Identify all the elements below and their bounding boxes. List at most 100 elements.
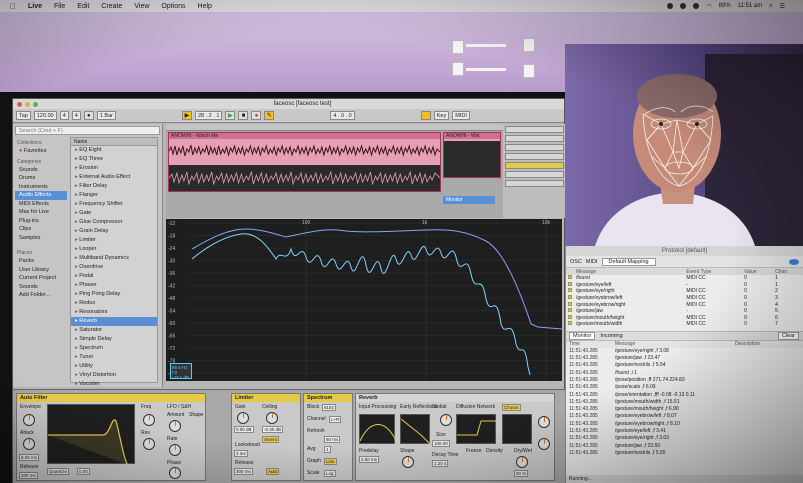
battery-label[interactable]: 89% (719, 3, 731, 9)
filter-curve-display[interactable] (47, 404, 135, 466)
list-item[interactable]: Looper (71, 245, 157, 254)
sidebar-item-clips[interactable]: Clips (15, 225, 67, 234)
zoom-icon[interactable] (33, 101, 38, 107)
list-item[interactable]: Pedal (71, 272, 157, 281)
sidebar-item-plugins[interactable]: Plug-ins (15, 217, 67, 226)
param-value[interactable]: 300 ms (234, 468, 253, 475)
minimize-icon[interactable] (25, 101, 30, 107)
menu-item-edit[interactable]: Edit (77, 3, 89, 10)
menu-item-live[interactable]: Live (28, 3, 42, 10)
audio-clip[interactable]: ANOWHI - Watch Me (168, 132, 441, 192)
list-icon[interactable]: ☰ (780, 3, 785, 10)
sidebar-item-packs[interactable]: Packs (15, 257, 67, 266)
spin-display[interactable] (400, 414, 432, 446)
sidebar-item-audio-effects[interactable]: Audio Effects (15, 191, 67, 200)
param-value[interactable]: 50 % (514, 470, 529, 477)
device-title[interactable]: Reverb (356, 394, 554, 402)
list-item[interactable]: Vinyl Distortion (71, 371, 157, 380)
column-header[interactable]: Time (569, 341, 615, 348)
checkbox-icon[interactable] (568, 301, 572, 306)
log-row[interactable]: 11:51:43.285/gesture/eye/right ,f 3.08 (566, 348, 803, 355)
column-header[interactable]: Name (71, 138, 157, 146)
file-icon[interactable] (523, 38, 535, 52)
metronome-icon[interactable]: ● (83, 111, 94, 120)
log-row[interactable]: 11:51:43.285/gesture/nostrils ,f 5.55 (566, 450, 803, 457)
param-value[interactable]: Line (324, 458, 337, 465)
clock-label[interactable]: 11:51 am (738, 3, 763, 9)
sidebar-item-user-library[interactable]: User Library (15, 266, 67, 275)
menu-item-view[interactable]: View (134, 3, 149, 10)
sidebar-item-current-project[interactable]: Current Project (15, 274, 67, 283)
time-sig-numerator[interactable]: 4 (59, 111, 69, 120)
tempo-field[interactable]: 120.00 (33, 111, 57, 120)
log-row[interactable]: 11:51:43.285/pose/position ,ff 271.74 22… (566, 377, 803, 384)
table-row[interactable]: /gesture/mouth/height MIDI CC 0 6 (566, 314, 803, 322)
list-item[interactable]: Glue Compressor (71, 218, 157, 227)
list-item[interactable]: Simple Delay (71, 335, 157, 344)
log-row[interactable]: 11:51:43.285/gesture/eyebrow/left ,f 8.0… (566, 413, 803, 420)
search-icon[interactable]: ⌕ (769, 3, 772, 10)
size-knob[interactable] (440, 414, 452, 426)
list-item[interactable]: EQ Three (71, 155, 157, 164)
sidebar-item-sounds-folder[interactable]: Sounds (15, 283, 67, 292)
search-input[interactable]: Search (Cmd + F) (15, 126, 160, 135)
chorus-button[interactable]: Chorus (502, 404, 521, 411)
track-activator[interactable] (505, 162, 564, 169)
visibility-icon[interactable] (789, 258, 799, 265)
midi-button[interactable]: MIDI (452, 111, 470, 120)
status-icon[interactable] (667, 3, 674, 9)
chorus-display[interactable] (502, 414, 532, 444)
param-value[interactable]: 100.00 (432, 440, 450, 447)
apple-icon[interactable]:  (10, 2, 16, 11)
audio-clip[interactable]: ANOWHI - Wat (443, 132, 501, 178)
table-row[interactable]: /gesture/eye/right MIDI CC 0 2 (566, 288, 803, 295)
lookahead-menu[interactable]: 3 ms (234, 450, 248, 457)
sidebar-item-sounds[interactable]: Sounds (15, 166, 67, 175)
lfo-phase-knob[interactable] (169, 467, 181, 479)
checkbox-icon[interactable] (568, 288, 572, 293)
param-value[interactable]: 200 ms (19, 472, 38, 479)
checkbox-icon[interactable] (568, 308, 572, 313)
list-item[interactable]: Spectrum (71, 344, 157, 353)
quantize-menu[interactable]: 1 Bar (96, 111, 116, 120)
shape-knob[interactable] (402, 456, 414, 468)
list-item[interactable]: External Audio Effect (71, 173, 157, 182)
list-item[interactable]: Utility (71, 362, 157, 371)
param-value[interactable]: Log (324, 470, 336, 477)
input-channel-menu[interactable] (505, 135, 564, 142)
draw-mode-icon[interactable]: ✎ (264, 111, 275, 120)
list-item[interactable]: Reverb (71, 317, 157, 326)
log-row[interactable]: 11:51:43.285/gesture/eyebrow/right ,f 8.… (566, 421, 803, 428)
auto-release-button[interactable]: Auto (266, 468, 280, 475)
device-title[interactable]: Limiter (232, 394, 300, 402)
param-value[interactable]: 2.50 ms (359, 456, 380, 463)
solo-button[interactable] (505, 171, 564, 178)
checkbox-icon[interactable] (568, 295, 572, 300)
param-value[interactable]: 6.00 ms (19, 454, 40, 461)
column-header[interactable]: Message (615, 341, 735, 348)
clear-button[interactable]: Clear (777, 331, 799, 340)
status-icon[interactable] (693, 3, 700, 9)
file-icon[interactable] (452, 62, 464, 76)
log-row[interactable]: 11:51:43.285/gesture/eye/left ,f 3.41 (566, 428, 803, 435)
input-type-menu[interactable] (505, 126, 564, 133)
column-header[interactable]: Chan (773, 268, 803, 275)
log-row[interactable]: 11:51:43.285/found ,i 1 (566, 370, 803, 377)
wifi-icon[interactable]: ◠ (706, 3, 711, 10)
mapping-select[interactable]: Default Mapping (601, 257, 656, 266)
tab-incoming[interactable]: Incoming (600, 333, 622, 339)
list-item[interactable]: Frequency Shifter (71, 200, 157, 209)
log-row[interactable]: 11:51:43.285/gesture/mouth/width ,f 15.5… (566, 399, 803, 406)
table-row[interactable]: /found MIDI CC 0 1 (566, 275, 803, 282)
tap-button[interactable]: Tap (16, 111, 31, 120)
list-item[interactable]: Resonators (71, 308, 157, 317)
play-icon[interactable]: ▶ (225, 111, 236, 120)
list-item[interactable]: Overdrive (71, 263, 157, 272)
follow-icon[interactable]: ▶ (181, 111, 192, 120)
list-item[interactable]: Multiband Dynamics (71, 254, 157, 263)
log-row[interactable]: 11:51:43.285/gesture/mouth/height ,f 6.9… (566, 406, 803, 413)
stereo-button[interactable]: Stereo (262, 436, 280, 443)
key-map-icon[interactable] (420, 111, 431, 120)
file-icon[interactable] (523, 64, 535, 78)
loop-end-field[interactable]: 4 . 0 . 0 (330, 111, 355, 120)
